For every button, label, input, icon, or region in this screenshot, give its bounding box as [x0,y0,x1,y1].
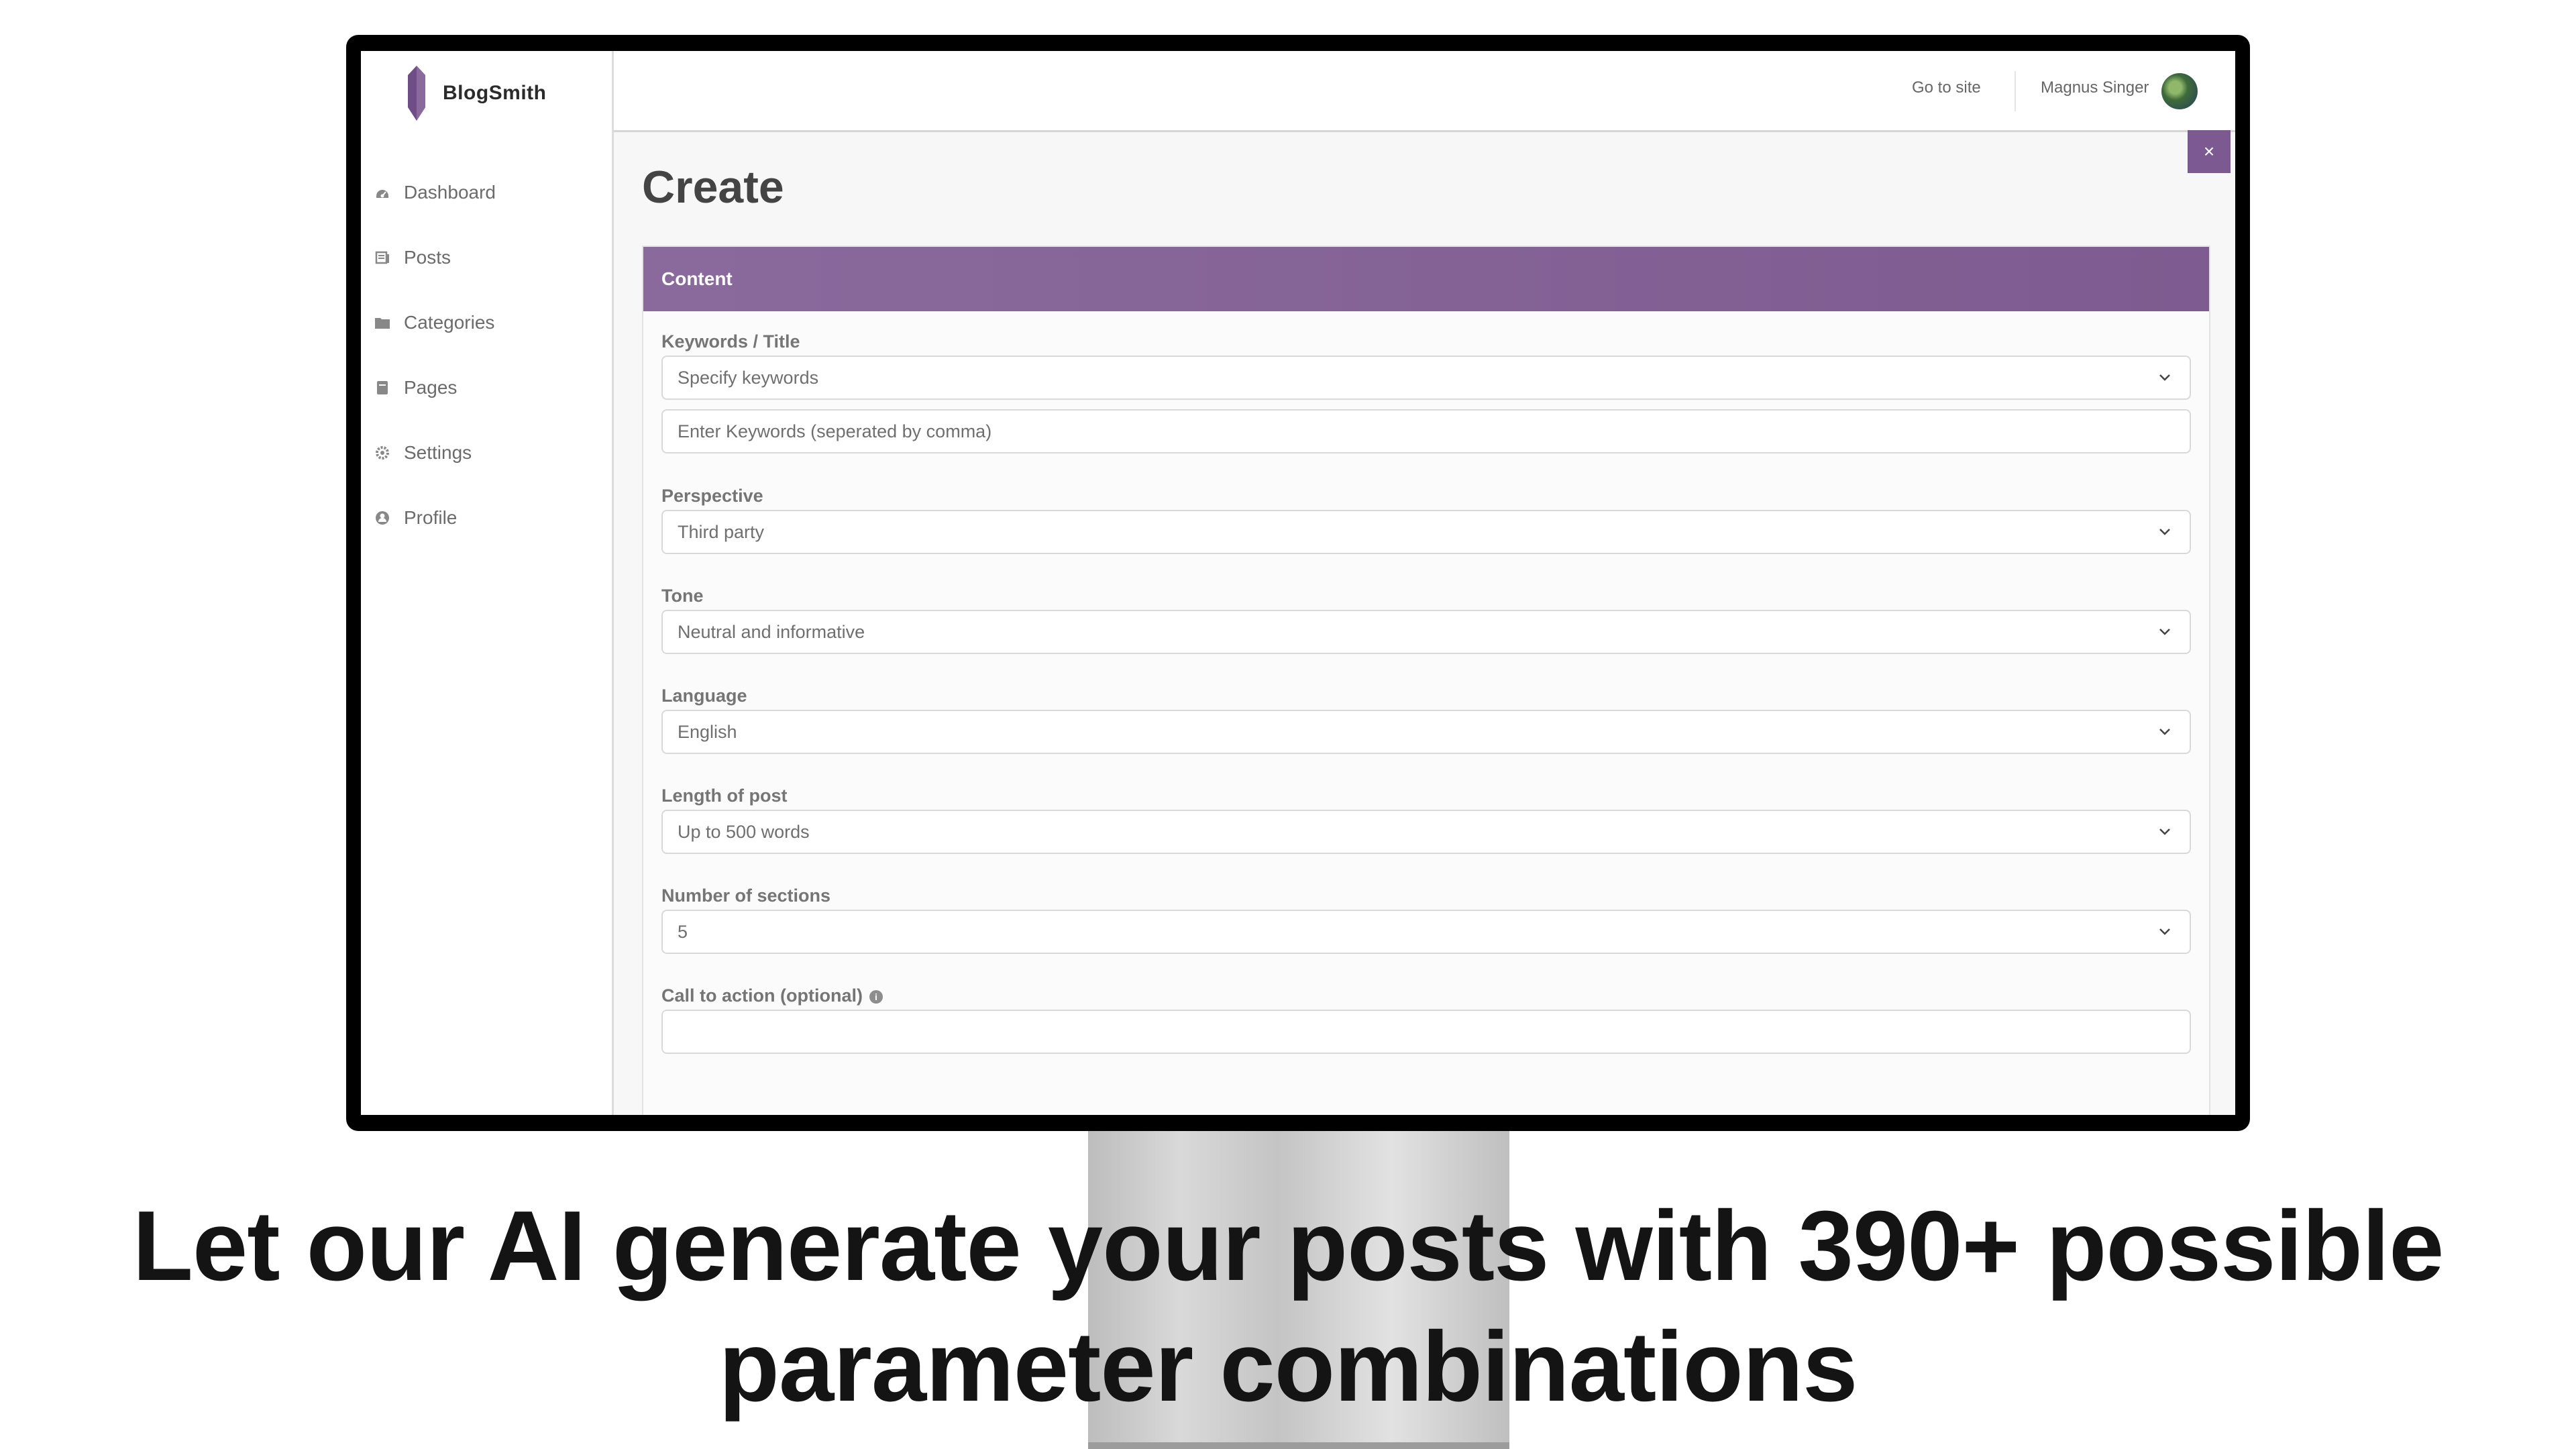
card-header: Content [643,247,2209,311]
headline-line-1: Let our AI generate your posts with 390+… [132,1191,2445,1301]
sidebar-item-label: Posts [404,246,451,268]
feather-logo-icon [408,66,425,121]
sections-select-value: 5 [678,921,688,942]
user-name[interactable]: Magnus Singer [2041,78,2149,97]
sidebar-item-pages[interactable]: Pages [374,355,496,420]
language-select[interactable]: English [661,710,2191,754]
sidebar-item-label: Dashboard [404,181,496,203]
header-divider [2015,71,2016,111]
length-select[interactable]: Up to 500 words [661,810,2191,854]
posts-icon [374,250,390,266]
gear-icon [374,445,390,461]
chevron-down-icon [2159,529,2170,535]
chevron-down-icon [2159,928,2170,935]
sidebar-item-label: Pages [404,376,458,398]
page-title: Create [642,162,784,213]
perspective-select-value: Third party [678,521,765,542]
keywords-select-value: Specify keywords [678,367,819,388]
sidebar-item-label: Categories [404,311,495,333]
chevron-down-icon [2159,374,2170,381]
perspective-label: Perspective [661,486,763,506]
tone-label: Tone [661,586,704,606]
length-label: Length of post [661,786,788,806]
dashboard-icon [374,184,390,201]
keywords-input[interactable]: Enter Keywords (seperated by comma) [661,409,2191,453]
brand-logo[interactable]: BlogSmith [408,66,547,121]
perspective-select[interactable]: Third party [661,510,2191,554]
sidebar-item-label: Settings [404,441,472,463]
page-icon [374,380,390,396]
go-to-site-link[interactable]: Go to site [1912,78,1981,97]
folder-icon [374,315,390,331]
sections-label: Number of sections [661,885,831,906]
sidebar-item-label: Profile [404,506,458,528]
info-icon[interactable]: i [869,990,883,1004]
chevron-down-icon [2159,629,2170,635]
keywords-select[interactable]: Specify keywords [661,356,2191,400]
cta-label: Call to action (optional) i [661,985,883,1006]
sections-select[interactable]: 5 [661,910,2191,954]
chevron-down-icon [2159,828,2170,835]
tone-select-value: Neutral and informative [678,621,865,642]
length-select-value: Up to 500 words [678,821,810,842]
sidebar: BlogSmith Dashboard Posts Categories Pag… [361,51,614,1115]
keywords-input-placeholder: Enter Keywords (seperated by comma) [678,421,992,441]
avatar[interactable] [2161,73,2198,109]
brand-name: BlogSmith [443,82,547,104]
chevron-down-icon [2159,729,2170,735]
language-label: Language [661,686,747,706]
keywords-label: Keywords / Title [661,331,800,352]
cta-input[interactable] [661,1010,2191,1054]
close-button[interactable]: × [2188,130,2231,173]
cta-label-text: Call to action (optional) [661,985,863,1006]
sidebar-item-categories[interactable]: Categories [374,290,496,355]
sidebar-item-profile[interactable]: Profile [374,485,496,550]
monitor-frame: BlogSmith Dashboard Posts Categories Pag… [346,35,2250,1131]
tone-select[interactable]: Neutral and informative [661,610,2191,654]
headline-line-2: parameter combinations [718,1311,1858,1422]
top-bar: Go to site Magnus Singer [614,51,2235,132]
content-card: Content Keywords / Title Specify keyword… [642,246,2210,1115]
main-content: Go to site Magnus Singer × Create Conten… [614,51,2235,1115]
sidebar-item-dashboard[interactable]: Dashboard [374,160,496,225]
sidebar-item-settings[interactable]: Settings [374,420,496,485]
sidebar-nav: Dashboard Posts Categories Pages Setting… [374,160,496,550]
app-screen: BlogSmith Dashboard Posts Categories Pag… [361,51,2235,1115]
user-icon [374,510,390,526]
sidebar-item-posts[interactable]: Posts [374,225,496,290]
language-select-value: English [678,721,737,742]
